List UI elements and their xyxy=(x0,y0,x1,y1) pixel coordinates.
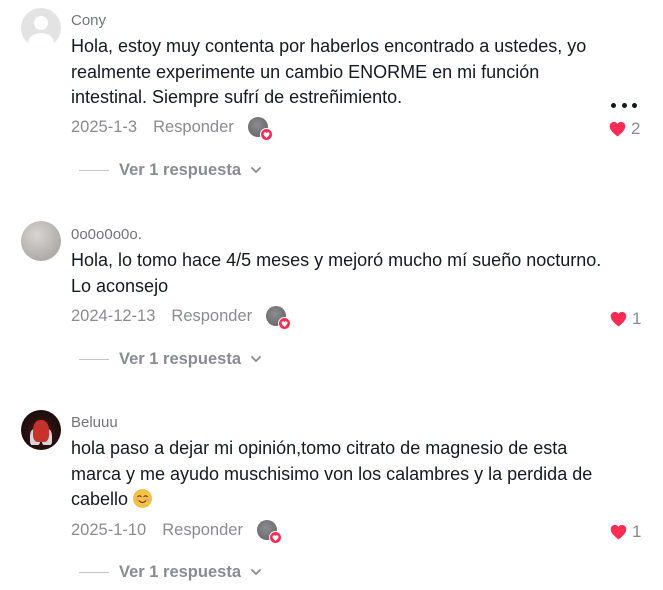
avatar-image xyxy=(33,420,49,442)
smiling-face-icon xyxy=(133,489,152,508)
comment-meta: 2025-1-10 Responder xyxy=(71,518,282,544)
view-replies-label: Ver 1 respuesta xyxy=(119,160,241,179)
avatar[interactable] xyxy=(21,221,61,261)
comment-date: 2025-1-3 xyxy=(71,117,138,136)
view-replies-label: Ver 1 respuesta xyxy=(119,349,241,368)
view-replies-button[interactable]: Ver 1 respuesta xyxy=(79,159,263,181)
like-count: 1 xyxy=(632,522,642,541)
comment-text: hola paso a dejar mi opinión,tomo citrat… xyxy=(71,436,611,513)
heart-icon xyxy=(610,311,627,327)
comment-text: Hola, estoy muy contenta por haberlos en… xyxy=(71,36,587,107)
comment-meta: 2025-1-3 Responder xyxy=(71,115,273,141)
chevron-down-icon xyxy=(249,352,263,366)
comment-username[interactable]: Beluuu xyxy=(71,414,118,431)
like-button[interactable]: 1 xyxy=(610,308,641,330)
like-count: 2 xyxy=(631,119,641,138)
more-options-icon[interactable] xyxy=(611,98,637,112)
comment-username[interactable]: 0o0o0o0o. xyxy=(71,226,142,243)
divider-line xyxy=(79,571,109,573)
comment-date: 2024-12-13 xyxy=(71,306,156,325)
comment-meta: 2024-12-13 Responder xyxy=(71,304,292,330)
reply-button[interactable]: Responder xyxy=(162,521,243,540)
like-count: 1 xyxy=(632,309,642,328)
heart-icon xyxy=(609,121,626,137)
creator-liked-icon xyxy=(256,520,282,544)
view-replies-button[interactable]: Ver 1 respuesta xyxy=(79,348,263,370)
view-replies-label: Ver 1 respuesta xyxy=(119,562,241,581)
reply-button[interactable]: Responder xyxy=(153,118,234,137)
divider-line xyxy=(79,358,109,360)
creator-liked-icon xyxy=(266,306,292,330)
reply-button[interactable]: Responder xyxy=(171,307,252,326)
chevron-down-icon xyxy=(249,565,263,579)
divider-line xyxy=(79,169,109,171)
like-button[interactable]: 1 xyxy=(610,521,641,543)
heart-badge-icon xyxy=(259,128,273,141)
heart-badge-icon xyxy=(268,531,282,544)
like-button[interactable]: 2 xyxy=(609,118,640,140)
comment-date: 2025-1-10 xyxy=(71,520,147,539)
comment-text: Hola, lo tomo hace 4/5 meses y mejoró mu… xyxy=(71,250,602,296)
view-replies-button[interactable]: Ver 1 respuesta xyxy=(79,561,263,583)
avatar[interactable] xyxy=(21,410,61,450)
heart-badge-icon xyxy=(278,317,292,330)
avatar[interactable] xyxy=(21,8,61,48)
chevron-down-icon xyxy=(249,163,263,177)
comment-username[interactable]: Cony xyxy=(71,12,106,29)
creator-liked-icon xyxy=(247,117,273,141)
heart-icon xyxy=(610,524,627,540)
